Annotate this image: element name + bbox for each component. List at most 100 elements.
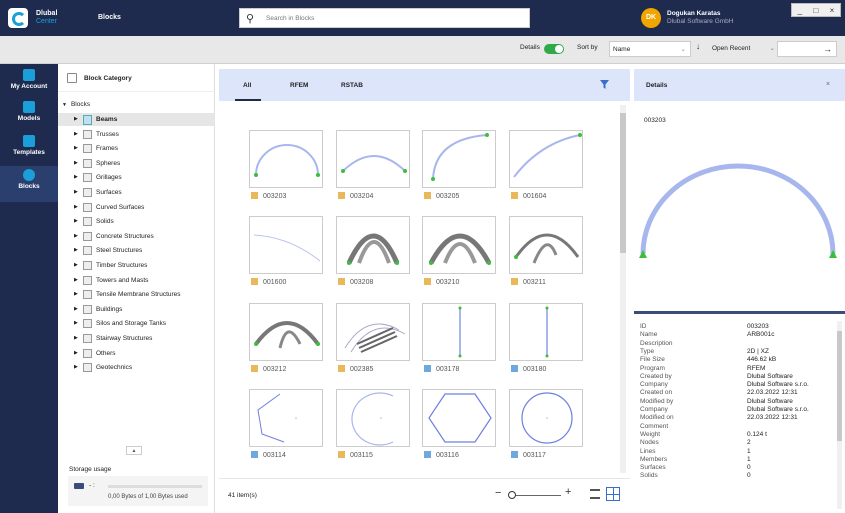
block-card[interactable]	[249, 389, 323, 447]
grid-scrollbar[interactable]	[620, 105, 626, 473]
block-card[interactable]	[422, 130, 496, 188]
avatar[interactable]: DK	[641, 8, 661, 28]
block-card-label[interactable]: 003203	[251, 192, 286, 200]
property-key: Type	[640, 347, 655, 355]
block-card[interactable]	[422, 216, 496, 274]
sidebar-item-models[interactable]: Models	[0, 98, 58, 134]
tree-item-label: Geotechnics	[96, 364, 133, 372]
details-scrollbar[interactable]	[837, 321, 842, 509]
property-value: 1	[747, 447, 751, 455]
tree-item[interactable]: ▶ Towers and Masts	[58, 274, 215, 287]
zoom-slider-handle[interactable]	[508, 491, 516, 499]
list-view-icon[interactable]	[590, 489, 600, 499]
details-header: Details ×	[634, 69, 845, 101]
arrow-down-icon[interactable]: ↓	[696, 42, 700, 51]
tree-item[interactable]: ▶ Concrete Structures	[58, 230, 215, 243]
tree-item[interactable]: ▶ Solids	[58, 215, 215, 228]
user-org: Dlubal Software GmbH	[667, 18, 734, 25]
block-card[interactable]	[249, 303, 323, 361]
block-card-label[interactable]: 003208	[338, 278, 373, 286]
search-box[interactable]: ⚲	[239, 8, 530, 28]
block-card[interactable]	[422, 303, 496, 361]
block-card-label[interactable]: 003212	[251, 365, 286, 373]
tree-item[interactable]: ▶ Trusses	[58, 128, 215, 141]
sidebar-item-templates[interactable]: Templates	[0, 132, 58, 168]
block-card[interactable]	[509, 130, 583, 188]
block-card-label[interactable]: 001600	[251, 278, 286, 286]
tree-item-label: Towers and Masts	[96, 276, 149, 284]
block-card-label[interactable]: 001604	[511, 192, 546, 200]
block-card-label[interactable]: 003204	[338, 192, 373, 200]
tree-item[interactable]: ▶ Surfaces	[58, 186, 215, 199]
tree-item[interactable]: ▶ Spheres	[58, 157, 215, 170]
tree-item[interactable]: ▶ Buildings	[58, 303, 215, 316]
chevron-right-icon: ▶	[74, 247, 78, 254]
tree-item[interactable]: ▶ Timber Structures	[58, 259, 215, 272]
block-card[interactable]	[509, 303, 583, 361]
block-card-label[interactable]: 003211	[511, 278, 546, 286]
collapse-button[interactable]: ▲	[126, 446, 142, 455]
tree-item[interactable]: ▶ Steel Structures	[58, 244, 215, 257]
block-card-label[interactable]: 003114	[251, 451, 286, 459]
folder-icon	[83, 290, 92, 300]
close-window-button[interactable]: ×	[830, 6, 835, 15]
zoom-slider[interactable]	[509, 495, 561, 496]
details-toggle[interactable]	[544, 44, 564, 54]
grid-view-icon[interactable]	[606, 487, 620, 501]
sidebar-item-blocks[interactable]: Blocks	[0, 166, 58, 202]
block-card[interactable]	[249, 216, 323, 274]
block-card[interactable]	[336, 389, 410, 447]
open-recent-field[interactable]: →	[777, 41, 837, 57]
block-card-label[interactable]: 003116	[424, 451, 459, 459]
tree-item[interactable]: ▶ Beams	[58, 113, 215, 126]
block-card[interactable]	[422, 389, 496, 447]
block-card[interactable]	[509, 389, 583, 447]
block-card[interactable]	[509, 216, 583, 274]
user-info[interactable]: Dogukan Karatas Dlubal Software GmbH	[667, 10, 733, 26]
tree-item[interactable]: ▶ Others	[58, 347, 215, 360]
property-value: 2D | XZ	[747, 347, 769, 355]
tree-item[interactable]: ▶ Silos and Storage Tanks	[58, 317, 215, 330]
block-card-label[interactable]: 003205	[424, 192, 459, 200]
block-card-label[interactable]: 003210	[424, 278, 459, 286]
scrollbar-thumb[interactable]	[837, 331, 842, 441]
zoom-in-button[interactable]: +	[565, 486, 571, 498]
block-card[interactable]	[336, 303, 410, 361]
tree-item[interactable]: ▶ Geotechnics	[58, 361, 215, 374]
tab-all[interactable]: All	[234, 82, 262, 101]
scrollbar-thumb[interactable]	[620, 113, 626, 253]
tree-item[interactable]: ▶ Tensile Membrane Structures	[58, 288, 215, 301]
block-thumbnail	[351, 392, 394, 446]
block-card[interactable]	[336, 216, 410, 274]
zoom-out-button[interactable]: −	[495, 487, 501, 499]
support-icon	[639, 250, 647, 258]
block-card[interactable]	[249, 130, 323, 188]
sidebar-item-my-account[interactable]: My Account	[0, 66, 58, 102]
tree-item[interactable]: ▶ Curved Surfaces	[58, 201, 215, 214]
tab-rfem[interactable]: RFEM	[290, 82, 308, 89]
sidebar-item-label: Templates	[13, 149, 45, 156]
property-value: Dlubal Software	[747, 372, 793, 380]
block-id: 003178	[436, 366, 460, 373]
block-card-label[interactable]: 003178	[424, 365, 459, 373]
close-icon[interactable]: ×	[826, 81, 830, 88]
maximize-button[interactable]: □	[813, 6, 818, 15]
tree-root[interactable]: ▼ Blocks	[62, 101, 90, 108]
filter-icon[interactable]	[600, 80, 609, 89]
tree-item[interactable]: ▶ Grillages	[58, 171, 215, 184]
block-card[interactable]	[336, 130, 410, 188]
minimize-button[interactable]: _	[798, 6, 802, 15]
block-card-label[interactable]: 003115	[338, 451, 373, 459]
block-card-label[interactable]: 003180	[511, 365, 546, 373]
sort-select[interactable]: Name ⌄	[609, 41, 691, 57]
open-recent-select[interactable]: Open Recent ⌄	[709, 41, 777, 57]
block-thumbnail	[458, 306, 462, 358]
block-card-label[interactable]: 002385	[338, 365, 373, 373]
tree-item[interactable]: ▶ Stairway Structures	[58, 332, 215, 345]
tab-rstab[interactable]: RSTAB	[341, 82, 363, 89]
tree-item[interactable]: ▶ Frames	[58, 142, 215, 155]
search-input[interactable]	[266, 11, 516, 25]
rfem-file-icon	[511, 192, 518, 199]
block-card-label[interactable]: 003117	[511, 451, 546, 459]
arrow-right-icon[interactable]: →	[823, 44, 832, 54]
